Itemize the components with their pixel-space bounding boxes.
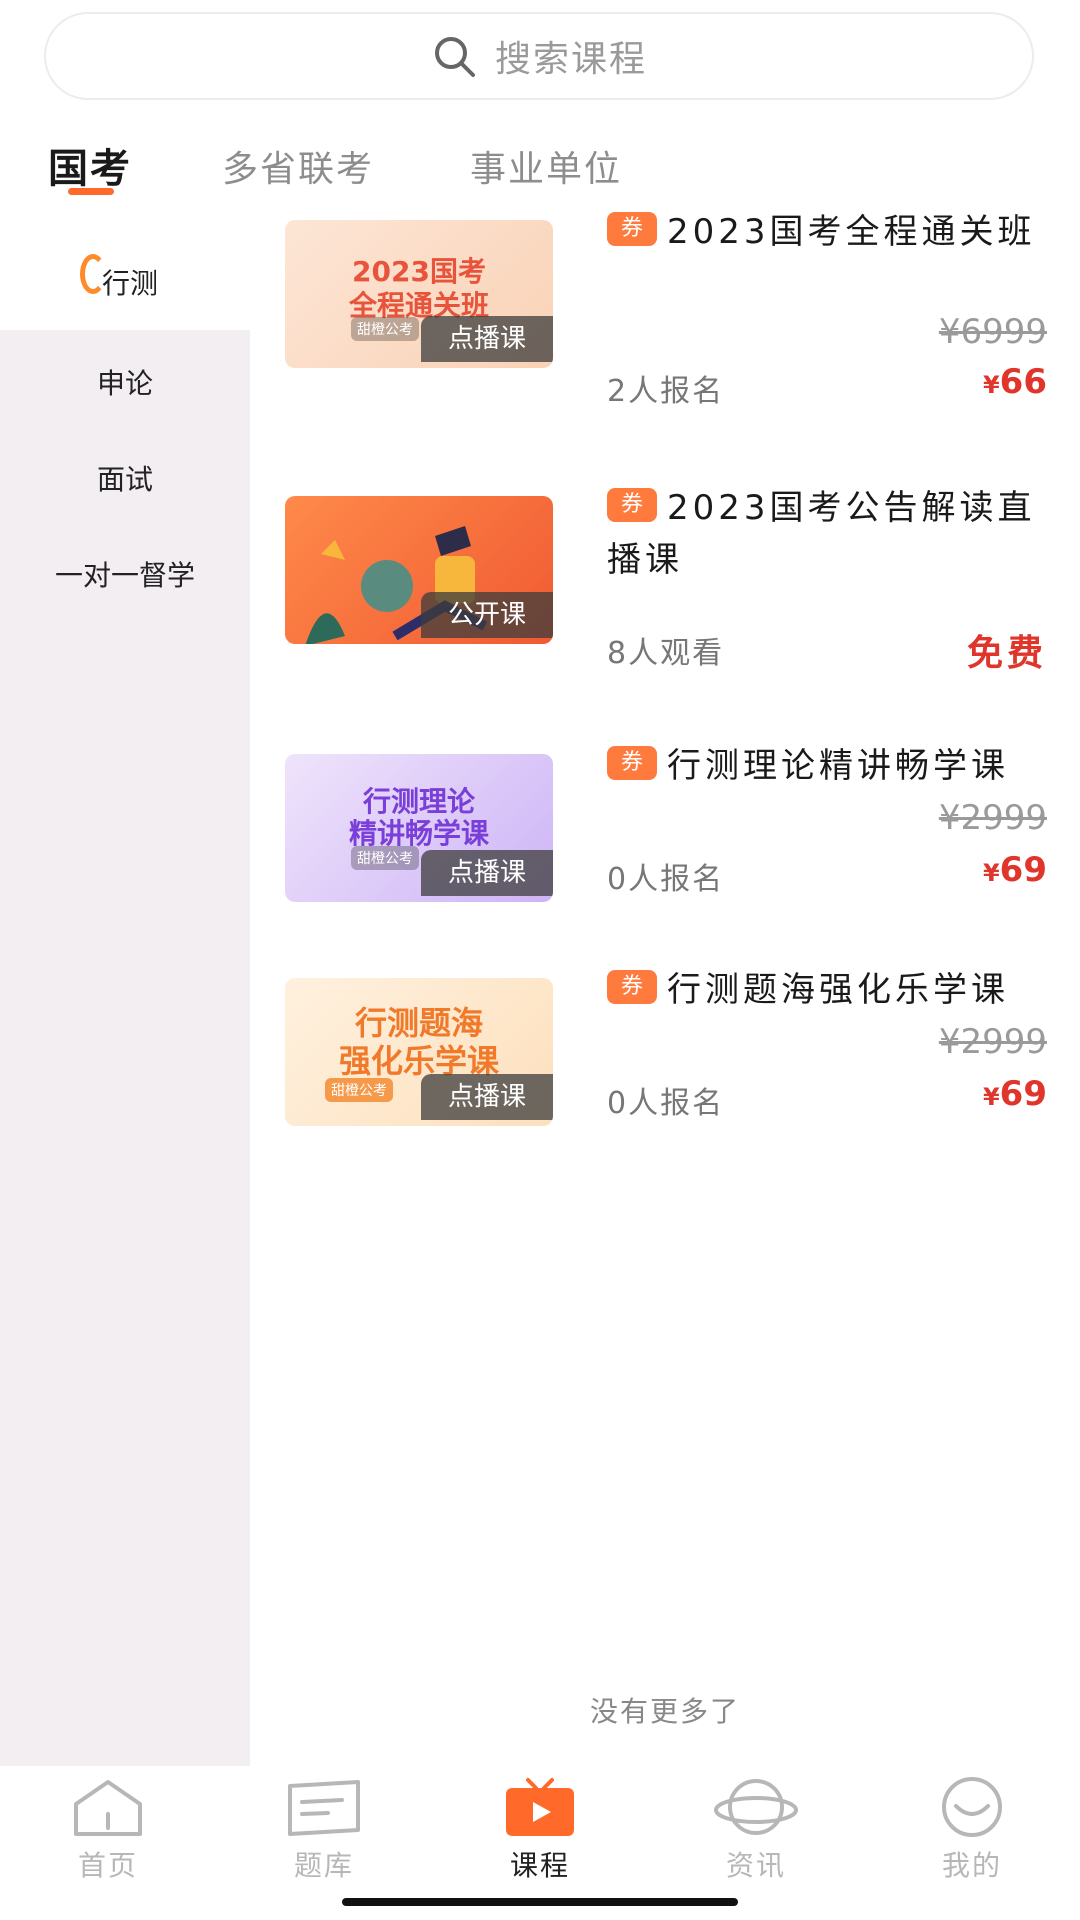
- search-icon: [434, 37, 475, 77]
- sidebar-item-label: 行测: [102, 267, 159, 300]
- video-icon: [506, 1778, 574, 1836]
- enroll-count: 0人报名: [607, 1086, 725, 1121]
- thumb-title: 精讲畅学课: [348, 817, 489, 850]
- course-title: 行测题海强化乐学课: [667, 970, 1009, 1010]
- nav-label: 题库: [293, 1849, 354, 1882]
- course-type-badge: 点播课: [421, 850, 553, 896]
- nav-label: 我的: [941, 1849, 1002, 1882]
- tab-label: 国考: [48, 146, 132, 192]
- course-title: 2023国考公告解读直播课: [607, 488, 1036, 580]
- sidebar-item-xingce[interactable]: 行测: [0, 212, 250, 330]
- no-more-text: 没有更多了: [589, 1695, 740, 1728]
- course-thumbnail: 行测理论 精讲畅学课 甜橙公考 点播课: [285, 754, 553, 902]
- sidebar-item-duxue[interactable]: 一对一督学: [0, 554, 250, 594]
- nav-label: 课程: [509, 1849, 570, 1882]
- category-tabs: 国考 多省联考 事业单位: [0, 140, 1080, 210]
- sidebar-item-label: 一对一督学: [54, 559, 195, 592]
- book-icon: [288, 1780, 360, 1836]
- planet-icon: [714, 1779, 798, 1835]
- view-count: 8人观看: [607, 636, 725, 671]
- original-price: ¥6999: [938, 312, 1047, 352]
- current-price: ¥66: [982, 362, 1047, 402]
- course-card[interactable]: 行测理论 精讲畅学课 甜橙公考 点播课 券 行测理论精讲畅学课 ¥2999 0人…: [285, 746, 1055, 906]
- home-indicator: [342, 1898, 738, 1906]
- course-type-badge: 点播课: [421, 1074, 553, 1120]
- nav-home[interactable]: 首页: [28, 1776, 188, 1884]
- tab-duosheng[interactable]: 多省联考: [222, 140, 374, 192]
- smile-icon: [942, 1777, 1002, 1837]
- original-price: ¥2999: [938, 798, 1047, 838]
- thumb-brand: 甜橙公考: [351, 317, 419, 341]
- active-tab-indicator: [68, 188, 114, 195]
- nav-news[interactable]: 资讯: [676, 1776, 836, 1884]
- thumb-brand: 甜橙公考: [351, 846, 419, 870]
- course-title: 行测理论精讲畅学课: [667, 746, 1009, 786]
- current-price: ¥69: [982, 1074, 1047, 1114]
- course-type-badge: 点播课: [421, 316, 553, 362]
- course-type-badge: 公开课: [421, 592, 553, 638]
- thumb-brand: 甜橙公考: [325, 1078, 393, 1102]
- original-price: ¥2999: [938, 1022, 1047, 1062]
- current-price: ¥69: [982, 850, 1047, 890]
- nav-label: 资讯: [725, 1849, 786, 1882]
- course-thumbnail: 公开课: [285, 496, 553, 644]
- course-card[interactable]: 2023国考 全程通关班 甜橙公考 点播课 券 2023国考全程通关班 ¥699…: [285, 212, 1055, 409]
- sidebar-item-mianshi[interactable]: 面试: [0, 458, 250, 498]
- course-thumbnail: 2023国考 全程通关班 甜橙公考 点播课: [285, 220, 553, 368]
- sidebar-item-shenlun[interactable]: 申论: [0, 362, 250, 402]
- sidebar-item-label: 面试: [96, 463, 153, 496]
- search-bar[interactable]: 搜索课程: [44, 12, 1034, 100]
- free-label: 免费: [966, 633, 1047, 674]
- nav-question-bank[interactable]: 题库: [244, 1776, 404, 1884]
- course-title: 2023国考全程通关班: [667, 212, 1036, 252]
- nav-label: 首页: [77, 1849, 138, 1882]
- enroll-count: 2人报名: [607, 374, 725, 409]
- nav-profile[interactable]: 我的: [892, 1776, 1052, 1884]
- search-placeholder: 搜索课程: [494, 39, 647, 80]
- nav-courses[interactable]: 课程: [460, 1776, 620, 1884]
- course-thumbnail: 行测题海 强化乐学课 甜橙公考 点播课: [285, 978, 553, 1126]
- sidebar-item-label: 申论: [96, 367, 153, 400]
- tab-label: 事业单位: [470, 149, 623, 190]
- bottom-nav: 首页 题库 课程 资讯 我的: [0, 1766, 1080, 1920]
- course-card[interactable]: 行测题海 强化乐学课 甜橙公考 点播课 券 行测题海强化乐学课 ¥2999 0人…: [285, 970, 1055, 1130]
- subject-sidebar: 行测 申论 面试 一对一督学: [0, 212, 250, 1767]
- course-card[interactable]: 公开课 券 2023国考公告解读直播课 8人观看 免费: [285, 488, 1055, 674]
- home-icon: [74, 1780, 142, 1836]
- tab-label: 多省联考: [222, 149, 375, 190]
- tab-shiye[interactable]: 事业单位: [470, 140, 622, 192]
- enroll-count: 0人报名: [607, 862, 725, 897]
- tab-guokao[interactable]: 国考: [48, 136, 132, 195]
